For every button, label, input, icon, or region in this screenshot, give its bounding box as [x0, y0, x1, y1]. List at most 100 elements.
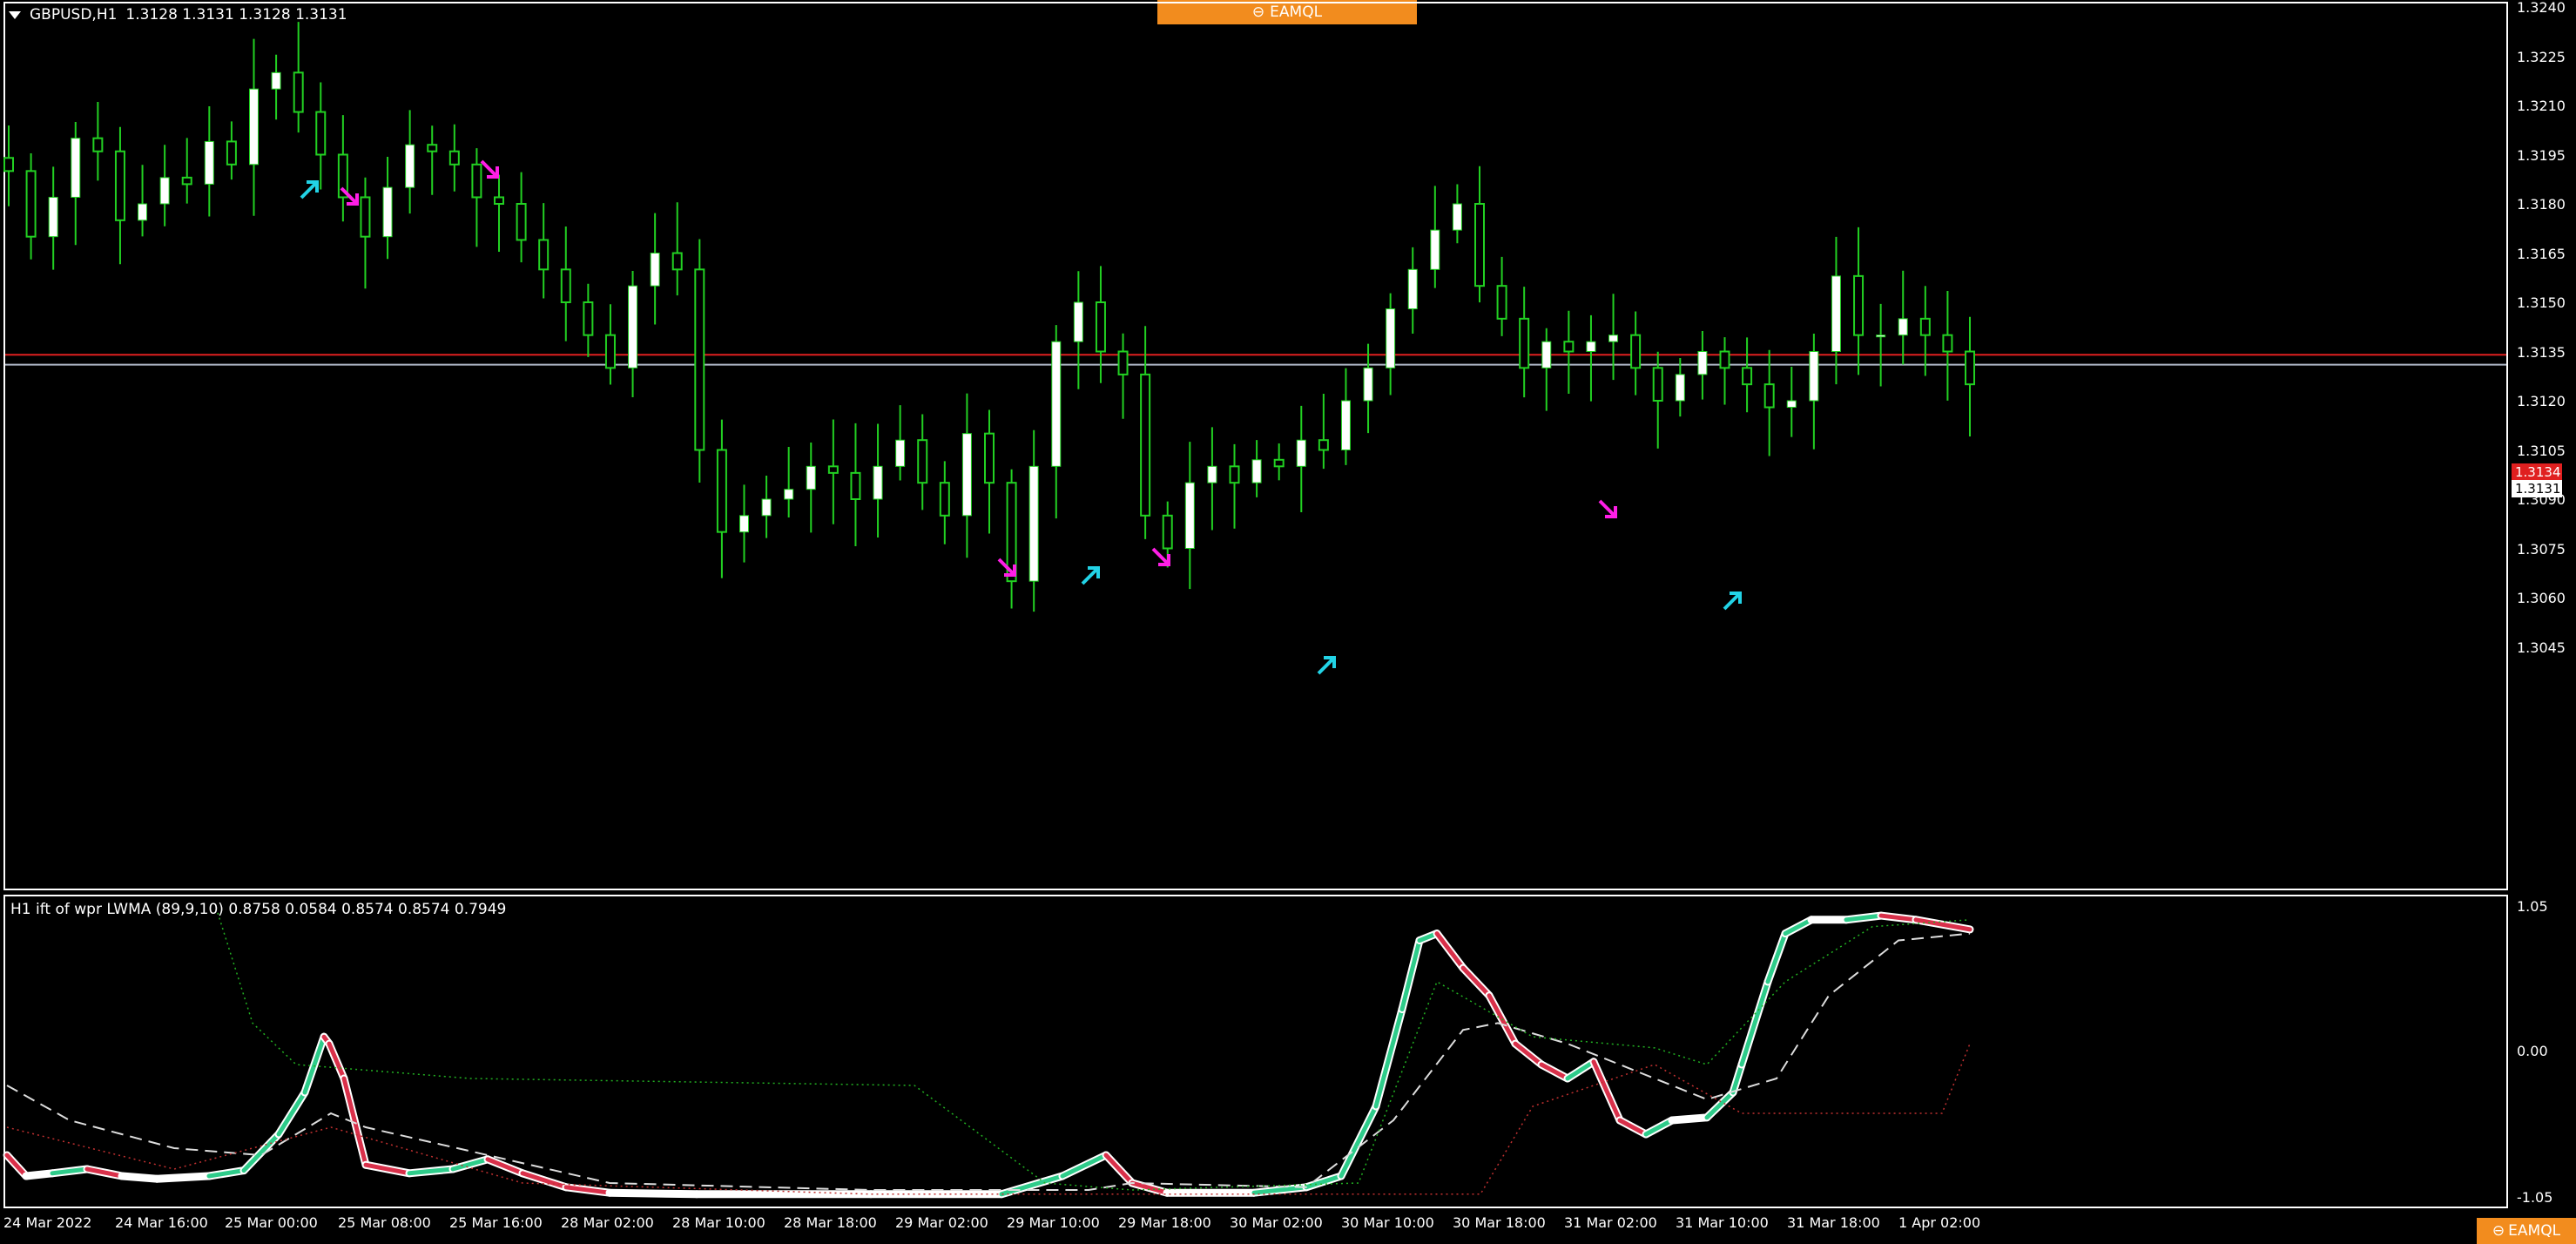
candle-body [827, 465, 839, 474]
indicator-main-line [607, 1190, 699, 1197]
brand-footer-name: EAMQL [2508, 1222, 2561, 1240]
indicator-main-line [1513, 1041, 1544, 1067]
candle-body [181, 176, 192, 186]
candle-body [1207, 465, 1217, 483]
candle-body [3, 157, 14, 172]
indicator-main-line [24, 1171, 55, 1179]
candle-body [939, 482, 950, 517]
price-tick-label: 1.3180 [2517, 196, 2566, 213]
price-tick-label: 1.3105 [2517, 442, 2566, 459]
indicator-main-line [1783, 917, 1814, 936]
indicator-main-line [1460, 965, 1492, 998]
time-tick-label: 31 Mar 02:00 [1564, 1214, 1657, 1231]
candle-body [1363, 367, 1373, 402]
candle-body [1496, 285, 1507, 320]
candle-body [1028, 465, 1039, 582]
price-tick-label: 1.3060 [2517, 590, 2566, 606]
candle-body [538, 239, 550, 271]
candle-body [448, 150, 460, 166]
candle-body [1430, 229, 1440, 270]
candle-body [249, 88, 259, 166]
candle-body [784, 489, 794, 500]
candle-body [293, 71, 304, 113]
candle-body [92, 137, 104, 152]
candle-body [1073, 301, 1083, 342]
candle-body [48, 196, 58, 238]
time-tick-label: 24 Mar 16:00 [115, 1214, 208, 1231]
candle-body [650, 253, 660, 287]
candle-body [739, 515, 749, 533]
indicator-main-line [341, 1076, 368, 1167]
time-tick-label: 25 Mar 16:00 [449, 1214, 543, 1231]
indicator-main-line [1373, 1007, 1405, 1109]
price-tick-label: 1.3090 [2517, 491, 2566, 508]
indicator-signal-line [6, 932, 1971, 1191]
price-tick-label: 1.3240 [2517, 0, 2566, 16]
candle-body [1898, 318, 1908, 336]
indicator-main-line [1103, 1153, 1135, 1186]
indicator-main-line [1339, 1104, 1379, 1179]
indicator-main-line [520, 1171, 569, 1190]
candle-body [1965, 350, 1975, 386]
candle-body [1630, 334, 1642, 369]
candle-body [1386, 308, 1396, 368]
candle-body [560, 268, 571, 304]
price-tick-label: 1.3120 [2517, 393, 2566, 409]
candle-body [204, 140, 214, 185]
indicator-main-line [1591, 1059, 1622, 1123]
symbol-ohlc: 1.3128 1.3131 1.3128 1.3131 [125, 6, 347, 24]
candle-body [1608, 335, 1619, 342]
indicator-main-line [1617, 1118, 1649, 1137]
indicator-main-line [999, 1173, 1065, 1197]
candle-body [628, 285, 638, 368]
candle-body [1296, 439, 1306, 467]
candle-body [1831, 275, 1841, 352]
candle-body [1251, 459, 1262, 483]
indicator-main-line [154, 1173, 212, 1181]
price-tick-label: 1.3225 [2517, 48, 2566, 65]
candle-body [1563, 341, 1575, 353]
candle-body [761, 498, 772, 517]
indicator-tick-label: 1.05 [2517, 898, 2548, 915]
candle-body [360, 196, 371, 238]
candle-body [1786, 400, 1797, 409]
candle-body [1675, 374, 1685, 402]
indicator-main-line [1539, 1062, 1570, 1081]
candle-body [917, 439, 928, 484]
indicator-label: H1 ift of wpr LWMA (89,9,10) 0.8758 0.05… [10, 901, 507, 918]
candle-body [315, 111, 327, 156]
up-arrow-icon [1723, 592, 1742, 611]
down-arrow-icon [480, 159, 499, 179]
candle-body [1162, 514, 1173, 550]
candle-body [984, 432, 995, 484]
candle-body [1117, 350, 1129, 375]
candle-body [516, 203, 527, 241]
candle-body [1541, 341, 1552, 368]
brand-footer-logo-icon: ⊖ [2492, 1222, 2505, 1240]
candle-body [271, 71, 281, 90]
time-tick-label: 29 Mar 02:00 [895, 1214, 988, 1231]
down-arrow-icon [1598, 499, 1617, 518]
up-arrow-icon [1081, 566, 1100, 585]
price-tick-label: 1.3075 [2517, 540, 2566, 558]
time-tick-label: 31 Mar 18:00 [1787, 1214, 1880, 1231]
candle-body [1474, 203, 1485, 287]
collapse-triangle-icon[interactable] [9, 10, 21, 19]
price-tick-label: 1.3135 [2517, 343, 2566, 361]
candle-body [1586, 341, 1596, 353]
up-arrow-icon [1317, 656, 1336, 675]
candle-body [604, 334, 616, 369]
candle-body [1318, 439, 1329, 451]
candle-body [716, 449, 727, 533]
candle-body [1809, 351, 1819, 402]
candle-body [138, 203, 148, 221]
candle-body [25, 170, 37, 238]
indicator-main-line [1643, 1118, 1675, 1137]
price-chart-canvas [3, 22, 2506, 1199]
indicator-main-line [1434, 931, 1466, 970]
candle-body [405, 144, 415, 188]
indicator-main-line [327, 1041, 347, 1081]
indicator-main-line [1565, 1059, 1596, 1081]
price-tick-label: 1.3195 [2517, 146, 2566, 164]
time-tick-label: 25 Mar 00:00 [225, 1214, 318, 1231]
